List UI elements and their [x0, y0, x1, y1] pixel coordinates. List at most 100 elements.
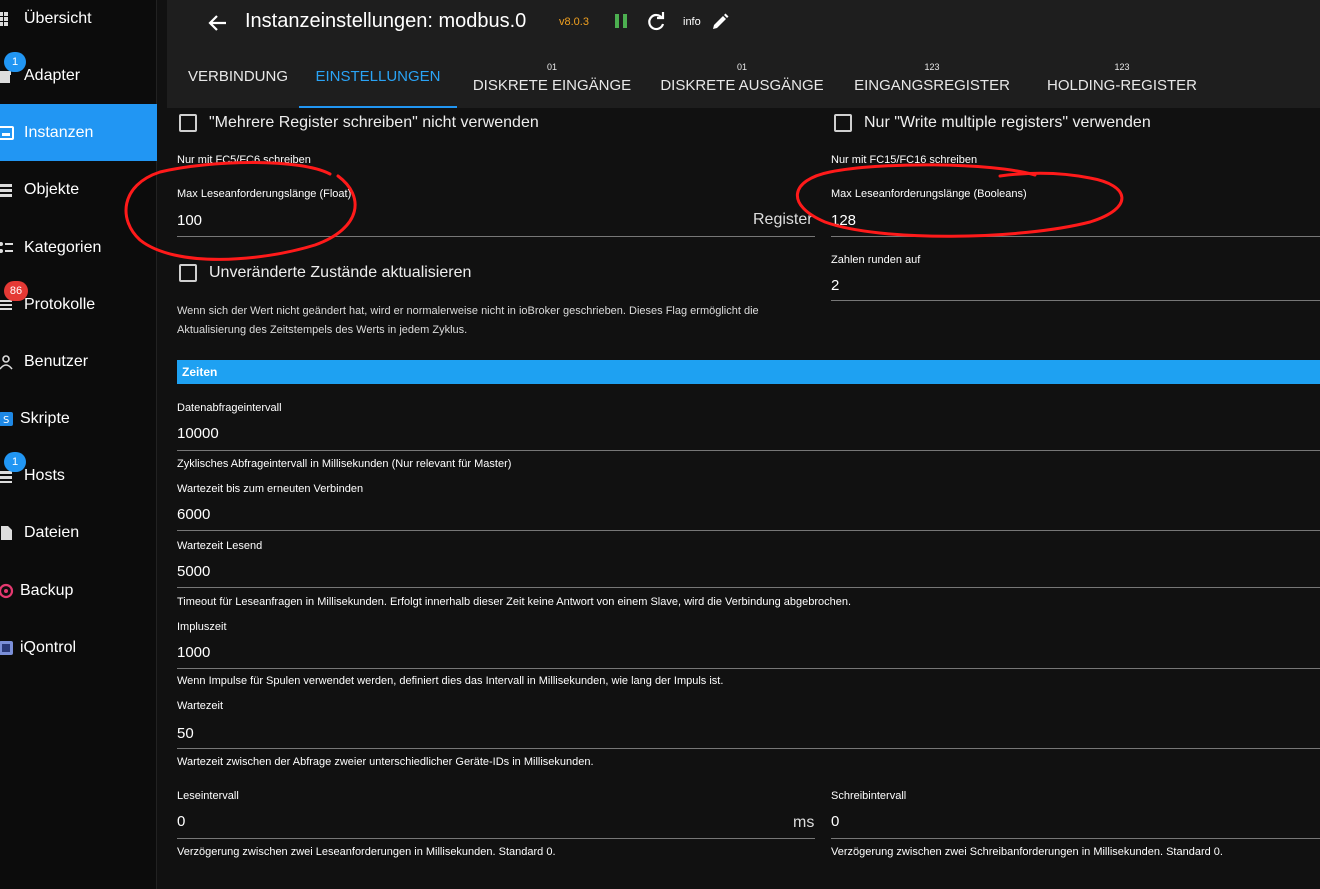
badge-count: 1 — [4, 52, 26, 72]
read-interval-underline — [177, 838, 815, 839]
tab-label: DISKRETE EINGÄNGE — [472, 77, 632, 94]
tab-type-indicator: 123 — [924, 62, 940, 72]
tab-label: VERBINDUNG — [187, 68, 288, 85]
poll-interval-help: Zyklisches Abfrageintervall in Milliseku… — [177, 458, 512, 470]
multi-write-help: Nur mit FC5/FC6 schreiben — [177, 154, 311, 166]
sidebar-item-logs[interactable]: 86 Protokolle — [0, 276, 157, 333]
reconnect-underline — [177, 530, 1320, 531]
tab-label: DISKRETE AUSGÄNGE — [660, 77, 824, 94]
sidebar-item-label: Skripte — [20, 409, 70, 427]
pause-icon[interactable] — [614, 13, 628, 29]
reconnect-input[interactable]: 6000 — [177, 506, 210, 523]
tab-input-registers[interactable]: 123 EINGANGSREGISTER — [847, 50, 1017, 108]
tab-label: HOLDING-REGISTER — [1046, 77, 1197, 94]
sidebar-item-label: Hosts — [24, 466, 65, 484]
tab-settings[interactable]: EINSTELLUNGEN — [299, 50, 457, 108]
sidebar-item-hosts[interactable]: 1 Hosts — [0, 447, 157, 504]
tab-label: EINSTELLUNGEN — [315, 68, 441, 85]
read-interval-unit: ms — [793, 814, 815, 831]
max-bool-label: Max Leseanforderungslänge (Booleans) — [831, 188, 1027, 200]
tab-holding-registers[interactable]: 123 HOLDING-REGISTER — [1037, 50, 1207, 108]
sidebar-item-objects[interactable]: Objekte — [0, 161, 157, 218]
multi-write-checkbox[interactable] — [179, 114, 197, 132]
back-arrow-icon[interactable] — [207, 12, 229, 34]
info-label[interactable]: info — [683, 16, 701, 28]
wait-time-input[interactable]: 50 — [177, 725, 194, 742]
write-interval-input[interactable]: 0 — [831, 813, 839, 830]
poll-interval-label: Datenabfrageintervall — [177, 402, 282, 414]
file-icon — [0, 523, 16, 543]
round-label: Zahlen runden auf — [831, 254, 921, 266]
sidebar-item-instances[interactable]: Instanzen — [0, 104, 157, 161]
user-icon — [0, 352, 16, 372]
sidebar-item-label: Übersicht — [24, 9, 92, 27]
write-interval-underline — [831, 838, 1320, 839]
sidebar-item-label: Kategorien — [24, 238, 102, 256]
sidebar-item-label: Dateien — [24, 523, 80, 541]
pulse-time-input[interactable]: 1000 — [177, 644, 210, 661]
sidebar: Übersicht 1 Adapter Instanzen Objekte Ka… — [0, 0, 157, 889]
sidebar-item-overview[interactable]: Übersicht — [0, 0, 157, 47]
wait-time-help: Wartezeit zwischen der Abfrage zweier un… — [177, 756, 594, 768]
badge-count: 86 — [4, 281, 28, 301]
unchanged-states-help: Wenn sich der Wert nicht geändert hat, w… — [177, 305, 759, 336]
write-interval-label: Schreibintervall — [831, 790, 907, 802]
sidebar-item-label: Objekte — [24, 180, 80, 198]
sidebar-item-label: Backup — [20, 581, 74, 599]
write-interval-help: Verzögerung zwischen zwei Schreibanforde… — [831, 846, 1223, 858]
tab-type-indicator: 01 — [546, 62, 557, 72]
badge-count: 1 — [4, 452, 26, 472]
sidebar-item-label: Benutzer — [24, 352, 89, 370]
round-underline — [831, 300, 1320, 301]
read-interval-input[interactable]: 0 — [177, 813, 185, 830]
list-icon — [0, 180, 16, 200]
sidebar-item-label: iQontrol — [20, 638, 77, 656]
pencil-icon[interactable] — [710, 12, 730, 32]
round-input[interactable]: 2 — [831, 277, 839, 294]
read-timeout-underline — [177, 587, 1320, 588]
read-interval-help: Verzögerung zwischen zwei Leseanforderun… — [177, 846, 556, 858]
pulse-time-help: Wenn Impulse für Spulen verwendet werden… — [177, 675, 724, 687]
write-multiple-label: Nur "Write multiple registers" verwenden — [864, 114, 1151, 131]
max-bool-underline — [831, 236, 1320, 237]
section-title: Zeiten — [182, 365, 218, 379]
read-timeout-label: Wartezeit Lesend — [177, 540, 263, 552]
sidebar-item-adapter[interactable]: 1 Adapter — [0, 47, 157, 104]
max-float-input[interactable]: 100 — [177, 212, 202, 229]
max-float-label: Max Leseanforderungslänge (Float) — [177, 188, 352, 200]
title-bar: Instanzeinstellungen: modbus.0 v8.0.3 in… — [167, 0, 1320, 46]
sidebar-item-label: Adapter — [24, 66, 81, 84]
sidebar-item-iqontrol[interactable]: iQontrol — [0, 619, 157, 676]
svg-text:S: S — [3, 415, 9, 426]
read-timeout-help: Timeout für Leseanfragen in Millisekunde… — [177, 596, 852, 608]
sidebar-item-label: Instanzen — [24, 123, 94, 141]
poll-interval-input[interactable]: 10000 — [177, 425, 219, 442]
sidebar-item-categories[interactable]: Kategorien — [0, 219, 157, 276]
instances-icon — [0, 123, 16, 143]
tab-discrete-outputs[interactable]: 01 DISKRETE AUSGÄNGE — [657, 50, 827, 108]
write-multiple-checkbox[interactable] — [834, 114, 852, 132]
multi-write-label: "Mehrere Register schreiben" nicht verwe… — [209, 114, 539, 131]
wait-time-label: Wartezeit — [177, 700, 224, 712]
tab-discrete-inputs[interactable]: 01 DISKRETE EINGÄNGE — [467, 50, 637, 108]
section-header-times: Zeiten — [177, 360, 1320, 384]
tab-bar: VERBINDUNG EINSTELLUNGEN 01 DISKRETE EIN… — [167, 50, 1320, 108]
categories-icon — [0, 238, 16, 258]
unchanged-states-checkbox[interactable] — [179, 264, 197, 282]
app-header: Instanzeinstellungen: modbus.0 v8.0.3 in… — [167, 0, 1320, 108]
max-float-unit: Register — [753, 211, 813, 228]
pulse-time-underline — [177, 668, 1320, 669]
backup-icon — [0, 581, 16, 601]
max-bool-input[interactable]: 128 — [831, 212, 856, 229]
sidebar-item-users[interactable]: Benutzer — [0, 333, 157, 390]
reload-icon[interactable] — [645, 11, 667, 33]
wait-time-underline — [177, 748, 1320, 749]
sidebar-item-files[interactable]: Dateien — [0, 504, 157, 561]
tab-type-indicator: 123 — [1114, 62, 1130, 72]
sidebar-item-backup[interactable]: Backup — [0, 562, 157, 619]
sidebar-item-scripts[interactable]: S Skripte — [0, 390, 157, 447]
reconnect-label: Wartezeit bis zum erneuten Verbinden — [177, 483, 364, 495]
tab-connection[interactable]: VERBINDUNG — [177, 50, 299, 108]
poll-interval-underline — [177, 450, 1320, 451]
read-timeout-input[interactable]: 5000 — [177, 563, 210, 580]
